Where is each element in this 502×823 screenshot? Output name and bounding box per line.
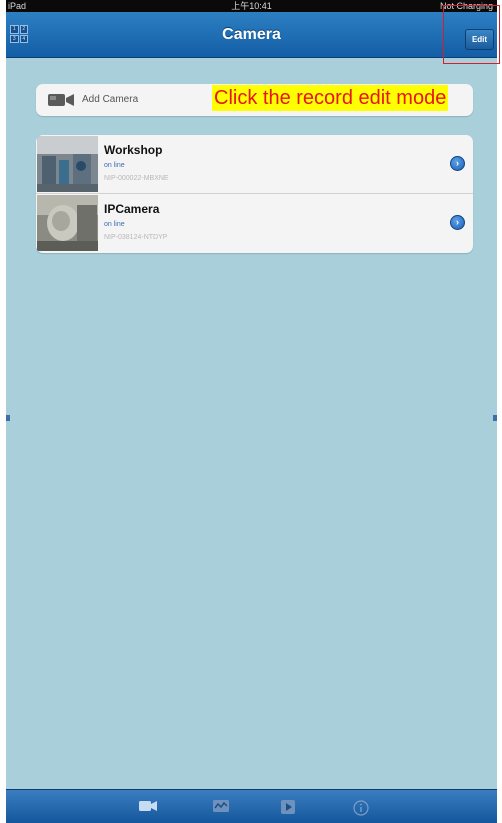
navigation-bar: 1 2 3 4 Camera (6, 12, 497, 58)
camera-id: NIP-038124-NTDYP (104, 234, 168, 241)
highlight-frame (443, 5, 500, 64)
camera-id: NIP-000022-MBXNE (104, 175, 169, 182)
info-icon (353, 800, 369, 816)
play-icon (281, 800, 295, 814)
tab-bar (6, 789, 497, 823)
camera-name: IPCamera (104, 202, 160, 216)
camera-list: Workshop on line NIP-000022-MBXNE › IPCa… (36, 135, 473, 253)
app-frame: iPad 上午10:41 Not Charging 1 2 3 4 Camera… (6, 0, 497, 823)
page-title: Camera (222, 26, 281, 43)
tab-play[interactable] (274, 790, 306, 823)
scroll-marker-right (493, 415, 497, 421)
camera-status: on line (104, 221, 125, 228)
add-camera-label: Add Camera (82, 94, 139, 105)
camera-row-ipcamera[interactable]: IPCamera on line NIP-038124-NTDYP › (36, 194, 473, 252)
camera-thumbnail (37, 136, 98, 192)
camera-icon (139, 801, 157, 811)
camera-status: on line (104, 162, 125, 169)
tab-camera[interactable] (132, 790, 164, 823)
status-time: 上午10:41 (231, 1, 272, 11)
camera-thumbnail (37, 195, 98, 251)
scroll-marker-left (6, 415, 10, 421)
tab-playback[interactable] (206, 790, 238, 823)
camera-row-workshop[interactable]: Workshop on line NIP-000022-MBXNE › (36, 135, 473, 194)
camera-name: Workshop (104, 143, 163, 157)
status-bar: iPad 上午10:41 Not Charging (6, 0, 497, 12)
chevron-right-icon[interactable]: › (450, 215, 465, 230)
chevron-right-icon[interactable]: › (450, 156, 465, 171)
video-camera-icon (48, 94, 74, 106)
annotation-callout: Click the record edit mode (212, 85, 449, 111)
tab-info[interactable] (346, 790, 378, 823)
playback-icon (213, 800, 229, 812)
